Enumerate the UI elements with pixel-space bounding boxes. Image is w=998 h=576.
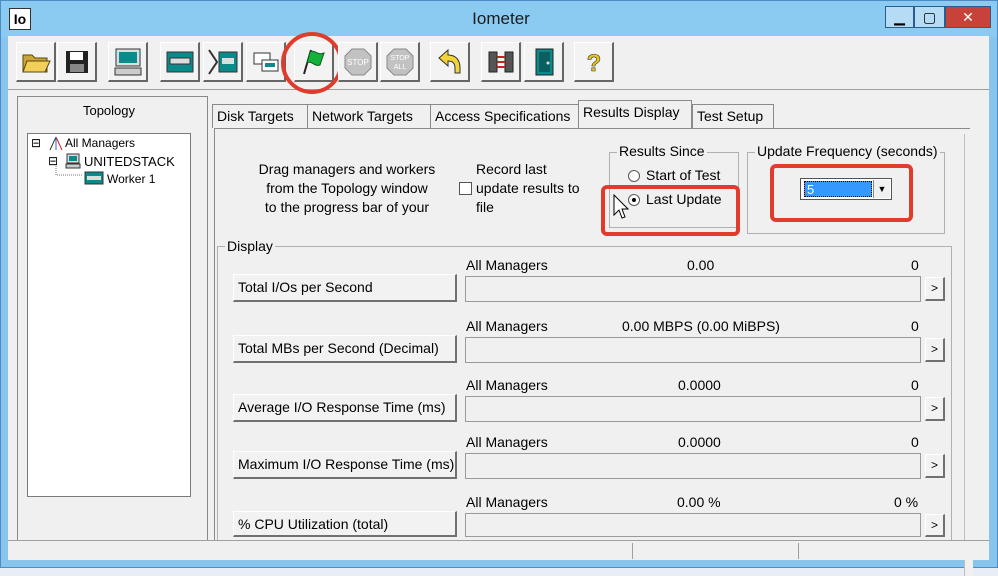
exit-door-icon (535, 48, 554, 76)
metric-progress-bar[interactable] (465, 453, 921, 479)
new-manager-button[interactable] (108, 42, 148, 82)
metric-button-cpu-utilization[interactable]: % CPU Utilization (total) (233, 511, 457, 537)
metric-button-total-ios[interactable]: Total I/Os per Second (233, 274, 457, 302)
tab-disk-targets[interactable]: Disk Targets (212, 104, 308, 128)
exit-button[interactable] (524, 42, 564, 82)
drag-hint-text: Drag managers and workers from the Topol… (258, 161, 436, 215)
save-config-button[interactable] (57, 42, 97, 82)
metric-target: All Managers (466, 494, 548, 510)
metric-target: All Managers (466, 318, 548, 334)
metric-max: 0 (911, 377, 919, 393)
start-of-test-radio[interactable] (628, 170, 640, 182)
toolbar: STOP STOP ALL ? (8, 32, 989, 94)
metric-progress-bar[interactable] (465, 513, 921, 537)
reset-workers-button[interactable] (430, 42, 470, 82)
window-title: Iometer (472, 9, 530, 28)
title-bar[interactable]: Io Iometer ▁ ▢ ✕ (1, 1, 997, 37)
reset-arrow-icon (438, 48, 461, 74)
results-since-legend: Results Since (617, 143, 707, 159)
annotation-box-last-update (601, 185, 740, 236)
stop-all-sign-icon: STOP ALL (386, 48, 414, 76)
tree-item-all-managers[interactable]: All Managers (65, 136, 135, 150)
open-config-button[interactable] (16, 42, 56, 82)
tab-access-specifications[interactable]: Access Specifications (430, 104, 579, 128)
metric-value: 0.00 MBPS (0.00 MiBPS) (622, 318, 780, 334)
tab-network-targets[interactable]: Network Targets (307, 104, 432, 128)
all-managers-icon (49, 136, 63, 151)
metric-more-button[interactable]: > (925, 338, 945, 362)
metric-target: All Managers (466, 257, 548, 273)
display-legend: Display (225, 238, 275, 254)
svg-text:ALL: ALL (394, 64, 407, 71)
help-question-icon: ? (586, 50, 602, 78)
annotation-box-update-frequency (770, 164, 913, 222)
disk-worker-icon (166, 51, 194, 73)
metric-more-button[interactable]: > (925, 397, 945, 421)
help-button[interactable]: ? (574, 42, 614, 82)
new-network-worker-button[interactable] (203, 42, 243, 82)
tree-expander[interactable]: ⊟ (31, 136, 41, 150)
stop-button[interactable]: STOP (338, 42, 378, 82)
copy-worker-icon (253, 52, 279, 72)
disconnect-icon (488, 51, 514, 73)
metric-target: All Managers (466, 434, 548, 450)
status-separator (798, 543, 799, 559)
computer-icon (114, 48, 142, 76)
metric-button-total-mbs[interactable]: Total MBs per Second (Decimal) (233, 335, 457, 363)
metric-progress-bar[interactable] (465, 337, 921, 363)
tab-test-setup[interactable]: Test Setup (692, 104, 774, 128)
maximize-button[interactable]: ▢ (914, 6, 945, 28)
minimize-button[interactable]: ▁ (885, 6, 914, 28)
tree-connector (55, 166, 82, 176)
metric-value: 0.0000 (678, 377, 721, 393)
floppy-disk-icon (66, 51, 88, 73)
record-last-update-checkbox[interactable] (459, 182, 472, 195)
metric-value: 0.0000 (678, 434, 721, 450)
metric-more-button[interactable]: > (925, 277, 945, 301)
metric-max: 0 (911, 257, 919, 273)
close-button[interactable]: ✕ (945, 6, 991, 28)
metric-progress-bar[interactable] (465, 396, 921, 422)
topology-panel: Topology ⊟ All Managers ⊟ UNITEDSTACK Wo… (17, 96, 208, 542)
stop-all-button[interactable]: STOP ALL (380, 42, 420, 82)
svg-text:?: ? (587, 50, 602, 77)
tree-item-worker-1[interactable]: Worker 1 (107, 172, 155, 186)
metric-max: 0 (911, 434, 919, 450)
folder-open-icon (22, 54, 51, 73)
svg-text:STOP: STOP (391, 55, 410, 62)
status-separator (632, 543, 633, 559)
metric-button-max-response[interactable]: Maximum I/O Response Time (ms) (233, 451, 457, 479)
metric-target: All Managers (466, 377, 548, 393)
status-bar (8, 540, 989, 560)
topology-tree[interactable]: ⊟ All Managers ⊟ UNITEDSTACK Worker 1 (27, 133, 191, 497)
metric-more-button[interactable]: > (925, 514, 945, 537)
record-last-update-label: Record last update results to file (476, 161, 580, 215)
stop-sign-icon: STOP (344, 48, 372, 76)
disconnect-button[interactable] (481, 42, 521, 82)
start-of-test-label[interactable]: Start of Test (646, 167, 720, 183)
metric-button-avg-response[interactable]: Average I/O Response Time (ms) (233, 394, 457, 422)
tree-item-unitedstack[interactable]: UNITEDSTACK (84, 154, 175, 169)
metric-max: 0 (911, 318, 919, 334)
disk-worker-icon (84, 171, 104, 185)
metric-value: 0.00 (687, 257, 715, 273)
copy-worker-button[interactable] (246, 42, 286, 82)
tab-results-display[interactable]: Results Display (578, 100, 692, 128)
svg-text:STOP: STOP (347, 58, 369, 67)
network-worker-icon (208, 49, 238, 75)
new-disk-worker-button[interactable] (160, 42, 200, 82)
metric-value: 0.00 % (677, 494, 721, 510)
update-frequency-legend: Update Frequency (seconds) (755, 143, 940, 159)
topology-title: Topology (82, 103, 136, 118)
metric-progress-bar[interactable] (465, 276, 921, 302)
metric-more-button[interactable]: > (925, 454, 945, 478)
metric-max: 0 % (894, 494, 919, 510)
annotation-circle (281, 32, 343, 94)
panel-edge (964, 134, 973, 576)
